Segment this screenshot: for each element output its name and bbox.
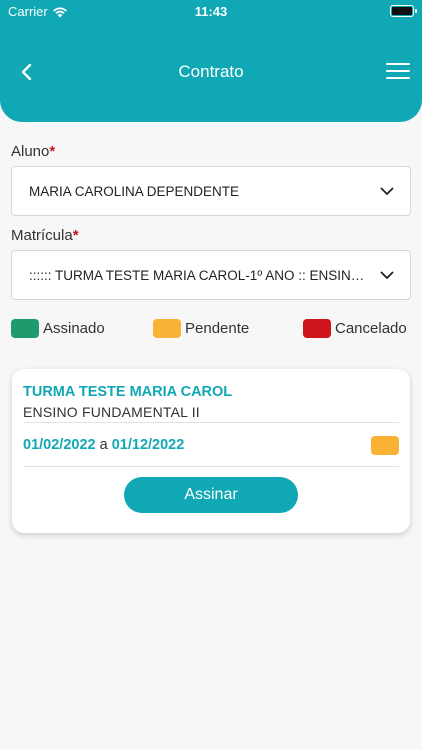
status-legend: Assinado Pendente Cancelado (11, 319, 411, 341)
divider (23, 466, 399, 467)
contract-status-badge (371, 436, 399, 455)
aluno-select-value: MARIA CAROLINA DEPENDENTE (29, 183, 240, 199)
contract-period: 01/02/2022 a 01/12/2022 (23, 437, 184, 453)
matricula-label: Matrícula* (11, 227, 79, 244)
required-marker: * (49, 143, 56, 160)
battery-icon (390, 5, 417, 17)
legend-swatch (303, 319, 331, 338)
legend-label: Pendente (185, 320, 250, 337)
legend-item-assinado: Assinado (11, 319, 105, 338)
contract-turma: TURMA TESTE MARIA CAROL (23, 384, 233, 400)
contract-nivel: ENSINO FUNDAMENTAL II (23, 404, 200, 420)
chevron-down-icon (380, 184, 394, 198)
sign-button[interactable]: Assinar (124, 477, 298, 513)
status-bar: Carrier 11:43 (0, 0, 422, 24)
app-header: Carrier 11:43 Contrato (0, 0, 422, 122)
page-title: Contrato (178, 62, 244, 81)
hamburger-icon-line (386, 63, 410, 65)
status-time: 11:43 (194, 4, 228, 19)
aluno-select[interactable]: MARIA CAROLINA DEPENDENTE (11, 166, 411, 216)
legend-item-cancelado: Cancelado (303, 319, 407, 338)
legend-item-pendente: Pendente (153, 319, 249, 338)
aluno-label: Aluno* (11, 143, 56, 160)
divider (23, 422, 399, 423)
contract-card: TURMA TESTE MARIA CAROL ENSINO FUNDAMENT… (12, 369, 410, 533)
legend-label: Assinado (43, 320, 105, 337)
legend-swatch (11, 319, 39, 338)
contract-start-date: 01/02/2022 (23, 437, 96, 453)
matricula-select[interactable]: :::::: TURMA TESTE MARIA CAROL-1º ANO ::… (11, 250, 411, 300)
contract-end-date: 01/12/2022 (111, 437, 185, 453)
required-marker: * (72, 227, 79, 244)
menu-button[interactable] (386, 60, 410, 82)
hamburger-icon-line (386, 70, 410, 72)
hamburger-icon-line (386, 77, 410, 79)
legend-label: Cancelado (335, 320, 407, 337)
legend-swatch (153, 319, 181, 338)
chevron-down-icon (380, 268, 394, 282)
period-separator: a (99, 437, 108, 453)
matricula-select-value: :::::: TURMA TESTE MARIA CAROL-1º ANO ::… (29, 267, 380, 283)
